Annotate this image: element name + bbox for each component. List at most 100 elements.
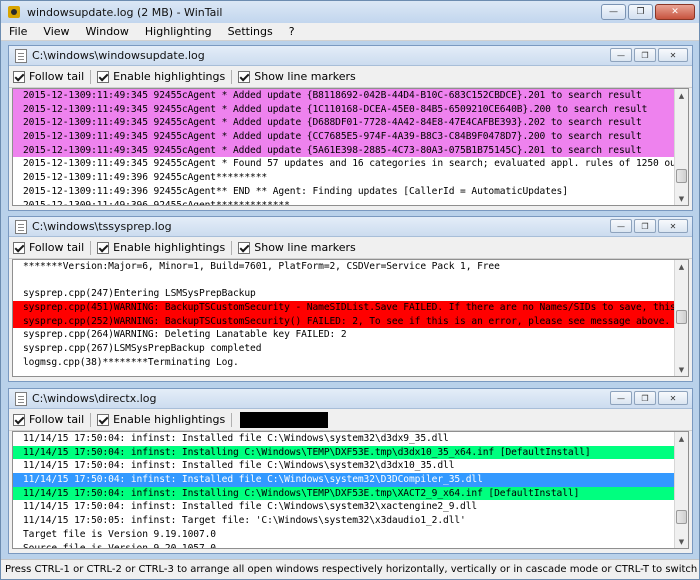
follow-tail-label: Follow tail [29, 70, 85, 83]
toolbar-separator [90, 412, 92, 427]
scroll-down-icon[interactable]: ▼ [675, 535, 688, 548]
checkbox-icon[interactable] [97, 413, 110, 426]
log-lines: 11/14/15 17:50:04: infinst: Installed fi… [13, 432, 674, 548]
vertical-scrollbar[interactable]: ▲ ▼ [674, 432, 688, 548]
log-line[interactable]: 11/14/15 17:50:04: infinst: Installed fi… [13, 432, 674, 446]
scrollbar-thumb[interactable] [676, 310, 687, 324]
app-title: windowsupdate.log (2 MB) - WinTail [27, 5, 223, 19]
log-line[interactable]: 2015-12-1309:11:49:345 92455cAgent * Fou… [13, 157, 674, 171]
maximize-button[interactable]: ❐ [634, 391, 656, 405]
menu-settings[interactable]: Settings [220, 25, 281, 38]
log-window-title-bar[interactable]: C:\windows\tssysprep.log — ❐ ✕ [9, 217, 692, 237]
checkbox-icon[interactable] [97, 70, 110, 83]
log-file-path: C:\windows\tssysprep.log [32, 220, 172, 233]
log-file-path: C:\windows\windowsupdate.log [32, 49, 205, 62]
menu-file[interactable]: File [1, 25, 35, 38]
log-line[interactable]: 2015-12-1309:11:49:396 92455cAgent** END… [13, 185, 674, 199]
log-view[interactable]: *******Version:Major=6, Minor=1, Build=7… [12, 259, 689, 377]
maximize-button[interactable]: ❐ [634, 219, 656, 233]
log-line[interactable]: Source file is Version 9.20.1057.0 [13, 542, 674, 549]
minimize-button[interactable]: — [610, 391, 632, 405]
log-line[interactable]: 11/14/15 17:50:05: infinst: Target file:… [13, 514, 674, 528]
show-line-markers-checkbox[interactable]: Show line markers [238, 241, 356, 254]
status-bar: Press CTRL-1 or CTRL-2 or CTRL-3 to arra… [1, 559, 699, 579]
scrollbar-thumb[interactable] [676, 510, 687, 524]
minimize-button[interactable]: — [601, 4, 626, 20]
scrollbar-thumb[interactable] [676, 169, 687, 183]
vertical-scrollbar[interactable]: ▲ ▼ [674, 260, 688, 376]
wintail-app-icon[interactable] [7, 5, 21, 19]
log-line[interactable]: 2015-12-1309:11:49:345 92455cAgent * Add… [13, 89, 674, 103]
show-line-markers-checkbox[interactable]: Show line markers [238, 70, 356, 83]
log-line[interactable]: sysprep.cpp(247)Entering LSMSysPrepBacku… [13, 287, 674, 301]
scroll-up-icon[interactable]: ▲ [675, 89, 688, 102]
log-line[interactable]: *******Version:Major=6, Minor=1, Build=7… [13, 260, 674, 274]
enable-highlightings-checkbox[interactable]: Enable highlightings [97, 413, 225, 426]
follow-tail-label: Follow tail [29, 241, 85, 254]
log-line[interactable]: 2015-12-1309:11:49:345 92455cAgent * Add… [13, 143, 674, 158]
log-line[interactable]: 11/14/15 17:50:04: infinst: Installed fi… [13, 500, 674, 514]
follow-tail-checkbox[interactable]: Follow tail [13, 241, 84, 254]
log-file-path: C:\windows\directx.log [32, 392, 157, 405]
log-toolbar: Follow tail Enable highlightings [9, 409, 692, 431]
log-line[interactable]: 2015-12-1309:11:49:396 92455cAgent******… [13, 199, 674, 206]
checkbox-icon[interactable] [13, 241, 25, 254]
log-view[interactable]: 11/14/15 17:50:04: infinst: Installed fi… [12, 431, 689, 549]
show-line-markers-label: Show line markers [254, 70, 356, 83]
wintail-app-window: windowsupdate.log (2 MB) - WinTail — ❐ ✕… [0, 0, 700, 580]
checkbox-icon[interactable] [238, 70, 251, 83]
checkbox-icon[interactable] [13, 70, 25, 83]
document-icon [15, 219, 27, 234]
scroll-up-icon[interactable]: ▲ [675, 260, 688, 273]
log-window-directx: C:\windows\directx.log — ❐ ✕ Follow tail… [8, 388, 693, 554]
vertical-scrollbar[interactable]: ▲ ▼ [674, 89, 688, 205]
enable-highlightings-checkbox[interactable]: Enable highlightings [97, 70, 225, 83]
menu-help[interactable]: ? [281, 25, 303, 38]
log-line[interactable]: 11/14/15 17:50:04: infinst: Installing C… [13, 445, 674, 460]
minimize-button[interactable]: — [610, 48, 632, 62]
minimize-button[interactable]: — [610, 219, 632, 233]
follow-tail-label: Follow tail [29, 413, 85, 426]
scroll-down-icon[interactable]: ▼ [675, 363, 688, 376]
log-line[interactable] [13, 274, 674, 288]
log-line[interactable]: sysprep.cpp(267)LSMSysPrepBackup complet… [13, 342, 674, 356]
log-line[interactable]: 2015-12-1309:11:49:345 92455cAgent * Add… [13, 130, 674, 144]
close-button[interactable]: ✕ [658, 48, 688, 62]
log-window-tssysprep: C:\windows\tssysprep.log — ❐ ✕ Follow ta… [8, 216, 693, 382]
log-line[interactable]: 2015-12-1309:11:49:396 92455cAgent******… [13, 171, 674, 185]
close-button[interactable]: ✕ [658, 391, 688, 405]
menu-window[interactable]: Window [78, 25, 137, 38]
scroll-down-icon[interactable]: ▼ [675, 192, 688, 205]
log-line[interactable]: 2015-12-1309:11:49:345 92455cAgent * Add… [13, 116, 674, 131]
maximize-button[interactable]: ❐ [634, 48, 656, 62]
maximize-button[interactable]: ❐ [628, 4, 653, 20]
menu-bar: File View Window Highlighting Settings ? [1, 23, 699, 41]
log-line[interactable]: sysprep.cpp(451)WARNING: BackupTSCustomS… [13, 301, 674, 315]
log-line[interactable]: sysprep.cpp(264)WARNING: Deleting Lanata… [13, 328, 674, 342]
menu-view[interactable]: View [35, 25, 77, 38]
app-title-bar[interactable]: windowsupdate.log (2 MB) - WinTail — ❐ ✕ [1, 1, 699, 23]
follow-tail-checkbox[interactable]: Follow tail [13, 413, 84, 426]
log-window-title-bar[interactable]: C:\windows\windowsupdate.log — ❐ ✕ [9, 46, 692, 66]
enable-highlightings-label: Enable highlightings [113, 241, 226, 254]
checkbox-icon[interactable] [13, 413, 25, 426]
checkbox-icon[interactable] [238, 241, 251, 254]
log-view[interactable]: 2015-12-1309:11:49:345 92455cAgent * Add… [12, 88, 689, 206]
close-button[interactable]: ✕ [655, 4, 695, 20]
enable-highlightings-checkbox[interactable]: Enable highlightings [97, 241, 225, 254]
log-line[interactable]: 2015-12-1309:11:49:345 92455cAgent * Add… [13, 102, 674, 117]
log-window-title-bar[interactable]: C:\windows\directx.log — ❐ ✕ [9, 389, 692, 409]
log-line[interactable]: Target file is Version 9.19.1007.0 [13, 528, 674, 542]
toolbar-separator [231, 412, 233, 427]
log-line[interactable]: sysprep.cpp(252)WARNING: BackupTSCustomS… [13, 314, 674, 329]
log-line[interactable]: 11/14/15 17:50:04: infinst: Installed fi… [13, 459, 674, 473]
follow-tail-checkbox[interactable]: Follow tail [13, 70, 84, 83]
log-line[interactable]: 11/14/15 17:50:04: infinst: Installed fi… [13, 473, 674, 487]
show-line-markers-label: Show line markers [254, 241, 356, 254]
scroll-up-icon[interactable]: ▲ [675, 432, 688, 445]
log-line[interactable]: 11/14/15 17:50:04: infinst: Installing C… [13, 486, 674, 501]
checkbox-icon[interactable] [97, 241, 110, 254]
menu-highlighting[interactable]: Highlighting [137, 25, 220, 38]
close-button[interactable]: ✕ [658, 219, 688, 233]
log-line[interactable]: logmsg.cpp(38)********Terminating Log. [13, 356, 674, 370]
